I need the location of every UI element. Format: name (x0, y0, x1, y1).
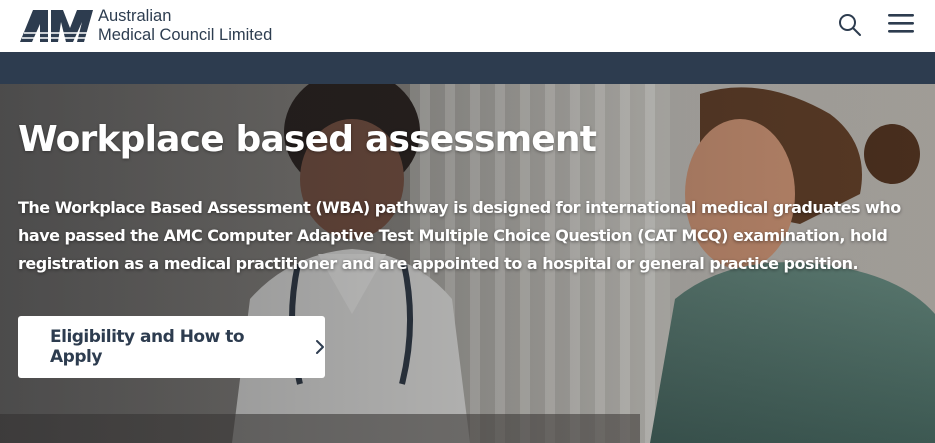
eligibility-and-how-to-apply-button[interactable]: Eligibility and How to Apply (18, 316, 325, 378)
organisation-name[interactable]: Australian Medical Council Limited (98, 7, 272, 45)
chevron-right-icon (316, 340, 325, 354)
hamburger-menu-icon[interactable] (885, 10, 917, 38)
cta-label: Eligibility and How to Apply (50, 327, 245, 367)
amc-logo-icon[interactable] (18, 8, 96, 44)
site-header: Australian Medical Council Limited (0, 0, 935, 52)
org-name-line2: Medical Council Limited (98, 26, 273, 44)
hero-banner: Workplace based assessment The Workplace… (0, 84, 935, 443)
page-title: Workplace based assessment (18, 119, 597, 160)
search-icon[interactable] (836, 11, 864, 39)
navigation-bar (0, 52, 935, 84)
org-name-line1: Australian (98, 7, 172, 25)
hero-description: The Workplace Based Assessment (WBA) pat… (18, 198, 901, 273)
